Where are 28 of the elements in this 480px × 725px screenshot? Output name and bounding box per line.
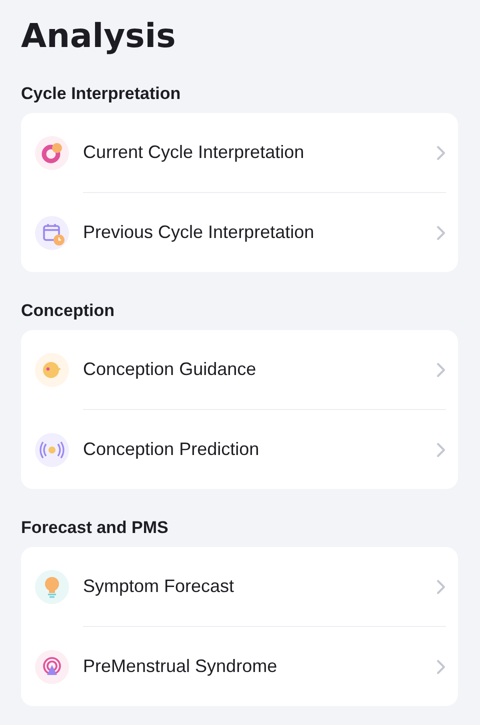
chevron-icon [436, 658, 446, 674]
calendar-icon [35, 216, 69, 250]
section-heading: Conception [21, 301, 116, 321]
menu-item[interactable]: Conception Prediction [21, 410, 458, 489]
chevron-icon [436, 224, 446, 240]
menu-item[interactable]: Conception Guidance [21, 330, 458, 409]
bulb-icon [35, 570, 69, 604]
menu-item-label: Conception Prediction [83, 439, 260, 460]
menu-item[interactable]: Previous Cycle Interpretation [21, 193, 458, 272]
menu-item-label: Conception Guidance [83, 359, 258, 380]
chevron-icon [436, 442, 446, 458]
broadcast-icon [35, 650, 69, 684]
menu-item-label: Previous Cycle Interpretation [83, 222, 316, 243]
menu-item-label: Current Cycle Interpretation [83, 142, 306, 163]
menu-item[interactable]: Current Cycle Interpretation [21, 113, 458, 192]
chevron-icon [436, 362, 446, 378]
menu-item[interactable]: PreMenstrual Syndrome [21, 627, 458, 706]
section-heading: Forecast and PMS [21, 518, 170, 538]
section-heading: Cycle Interpretation [21, 84, 182, 104]
menu-item-label: Symptom Forecast [83, 576, 236, 597]
chevron-icon [436, 144, 446, 160]
page-title: Analysis [21, 15, 177, 57]
ring-icon [35, 136, 69, 170]
menu-item-label: PreMenstrual Syndrome [83, 656, 278, 677]
signal-icon [35, 432, 69, 466]
menu-item[interactable]: Symptom Forecast [21, 547, 458, 626]
egg-icon [35, 352, 69, 386]
chevron-icon [436, 578, 446, 594]
